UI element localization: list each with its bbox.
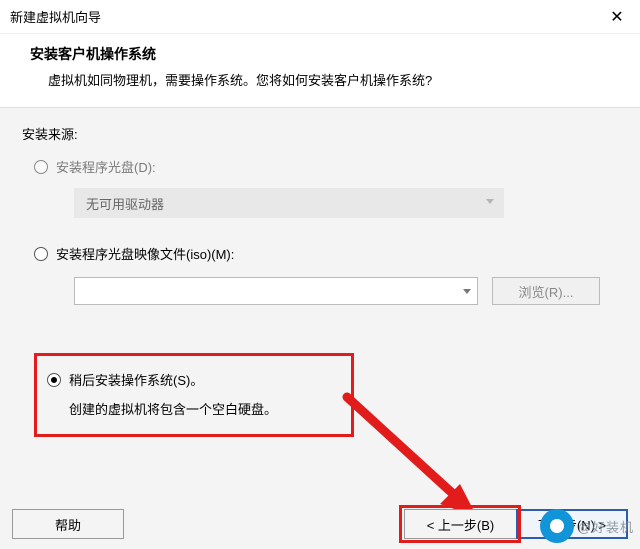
radio-icon: [34, 160, 48, 174]
option-disc-label: 安装程序光盘(D):: [56, 157, 156, 176]
watermark: @好装机: [540, 509, 634, 543]
wizard-window: 新建虚拟机向导 ✕ 安装客户机操作系统 虚拟机如同物理机，需要操作系统。您将如何…: [0, 0, 640, 549]
page-subheading: 虚拟机如同物理机，需要操作系统。您将如何安装客户机操作系统?: [48, 70, 610, 89]
browse-button-label: 浏览(R)...: [519, 282, 574, 301]
watermark-text: @好装机: [578, 517, 634, 536]
watermark-logo-icon: [540, 509, 574, 543]
option-iso-label: 安装程序光盘映像文件(iso)(M):: [56, 244, 234, 263]
close-button[interactable]: ✕: [594, 0, 640, 34]
help-button-label: 帮助: [55, 515, 81, 534]
help-button[interactable]: 帮助: [12, 509, 124, 539]
header: 安装客户机操作系统 虚拟机如同物理机，需要操作系统。您将如何安装客户机操作系统?: [0, 34, 640, 108]
option-install-later-block: 稍后安装操作系统(S)。 创建的虚拟机将包含一个空白硬盘。: [34, 353, 354, 437]
close-icon: ✕: [610, 7, 623, 27]
back-button-label: < 上一步(B): [427, 515, 495, 534]
option-later-label: 稍后安装操作系统(S)。: [69, 370, 203, 389]
title-bar: 新建虚拟机向导 ✕: [0, 0, 640, 34]
chevron-down-icon: [463, 289, 471, 294]
option-later-note: 创建的虚拟机将包含一个空白硬盘。: [69, 399, 337, 418]
drive-dropdown[interactable]: 无可用驱动器: [74, 188, 504, 218]
iso-file-row: 浏览(R)...: [74, 277, 618, 305]
browse-button[interactable]: 浏览(R)...: [492, 277, 600, 305]
chevron-down-icon: [486, 199, 494, 204]
page-heading: 安装客户机操作系统: [30, 44, 610, 64]
drive-dropdown-value: 无可用驱动器: [86, 194, 164, 213]
option-install-later[interactable]: 稍后安装操作系统(S)。: [47, 370, 337, 389]
install-source-label: 安装来源:: [22, 124, 618, 143]
body: 安装来源: 安装程序光盘(D): 无可用驱动器 安装程序光盘映像文件(iso)(…: [0, 108, 640, 437]
back-button[interactable]: < 上一步(B): [404, 509, 516, 539]
window-title: 新建虚拟机向导: [10, 7, 594, 26]
iso-path-input[interactable]: [74, 277, 478, 305]
option-install-iso[interactable]: 安装程序光盘映像文件(iso)(M):: [34, 244, 618, 263]
radio-icon: [47, 373, 61, 387]
option-install-disc[interactable]: 安装程序光盘(D):: [34, 157, 618, 176]
radio-icon: [34, 247, 48, 261]
